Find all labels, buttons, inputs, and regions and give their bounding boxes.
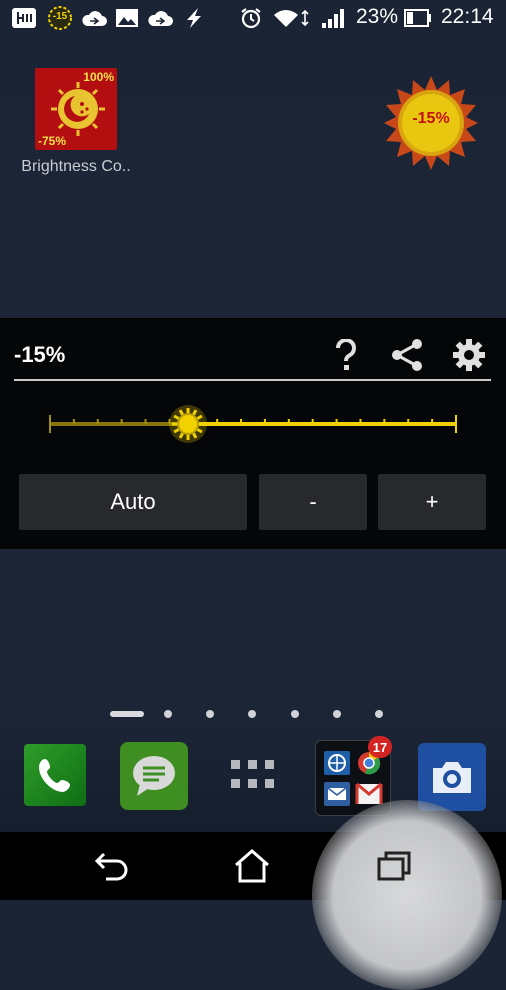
cloud-sync-icon bbox=[80, 6, 108, 30]
page-indicator bbox=[0, 708, 506, 720]
clock: 22:14 bbox=[441, 5, 494, 28]
brightness-sun-widget[interactable]: -15% bbox=[384, 76, 478, 170]
sun-widget-value: -15% bbox=[412, 110, 450, 127]
battery-icon bbox=[404, 6, 432, 30]
share-icon[interactable] bbox=[390, 338, 424, 372]
wifi-icon bbox=[272, 6, 312, 30]
image-icon bbox=[114, 6, 140, 30]
phone-icon[interactable] bbox=[24, 744, 86, 806]
home-icon[interactable] bbox=[232, 846, 272, 886]
camera-icon[interactable] bbox=[418, 743, 486, 811]
alarm-icon bbox=[238, 6, 264, 30]
decrease-button[interactable]: - bbox=[259, 474, 367, 530]
app-drawer-icon[interactable] bbox=[222, 744, 284, 806]
page-dot bbox=[333, 710, 341, 718]
page-dot bbox=[248, 710, 256, 718]
status-bar: -15 23% 22:14 bbox=[0, 0, 506, 36]
flash-icon bbox=[182, 6, 206, 30]
page-dot bbox=[291, 710, 299, 718]
brightness-widget-icon: -15 bbox=[46, 6, 74, 30]
page-dot-active bbox=[110, 711, 144, 717]
page-dot bbox=[206, 710, 214, 718]
brightness-slider[interactable] bbox=[46, 404, 460, 444]
messaging-icon[interactable] bbox=[120, 742, 188, 810]
page-dot bbox=[164, 710, 172, 718]
settings-icon[interactable] bbox=[452, 338, 486, 372]
back-icon[interactable] bbox=[92, 846, 132, 886]
app-label: Brightness Co.. bbox=[21, 158, 131, 175]
brightness-panel: -15% Auto - + bbox=[0, 318, 506, 549]
cloud-sync-icon bbox=[146, 6, 174, 30]
recent-apps-icon[interactable] bbox=[374, 846, 414, 886]
brightness-badge-text: -15 bbox=[52, 11, 68, 22]
page-dot bbox=[375, 710, 383, 718]
sun-moon-icon bbox=[51, 82, 105, 136]
app-min-percent: -75% bbox=[38, 134, 67, 148]
increase-button[interactable]: + bbox=[378, 474, 486, 530]
help-icon[interactable] bbox=[329, 338, 363, 372]
usb-debug-icon bbox=[10, 6, 38, 30]
battery-percent: 23% bbox=[356, 5, 399, 28]
slider-track[interactable] bbox=[46, 404, 460, 444]
press-highlight bbox=[312, 800, 502, 990]
slider-thumb[interactable] bbox=[177, 413, 200, 435]
brightness-app-icon[interactable]: 100% -75% bbox=[35, 68, 117, 150]
brightness-level: -15% bbox=[14, 342, 66, 367]
auto-button[interactable]: Auto bbox=[19, 474, 247, 530]
folder-badge: 17 bbox=[368, 736, 392, 758]
panel-divider bbox=[14, 379, 491, 381]
signal-icon bbox=[320, 6, 346, 30]
